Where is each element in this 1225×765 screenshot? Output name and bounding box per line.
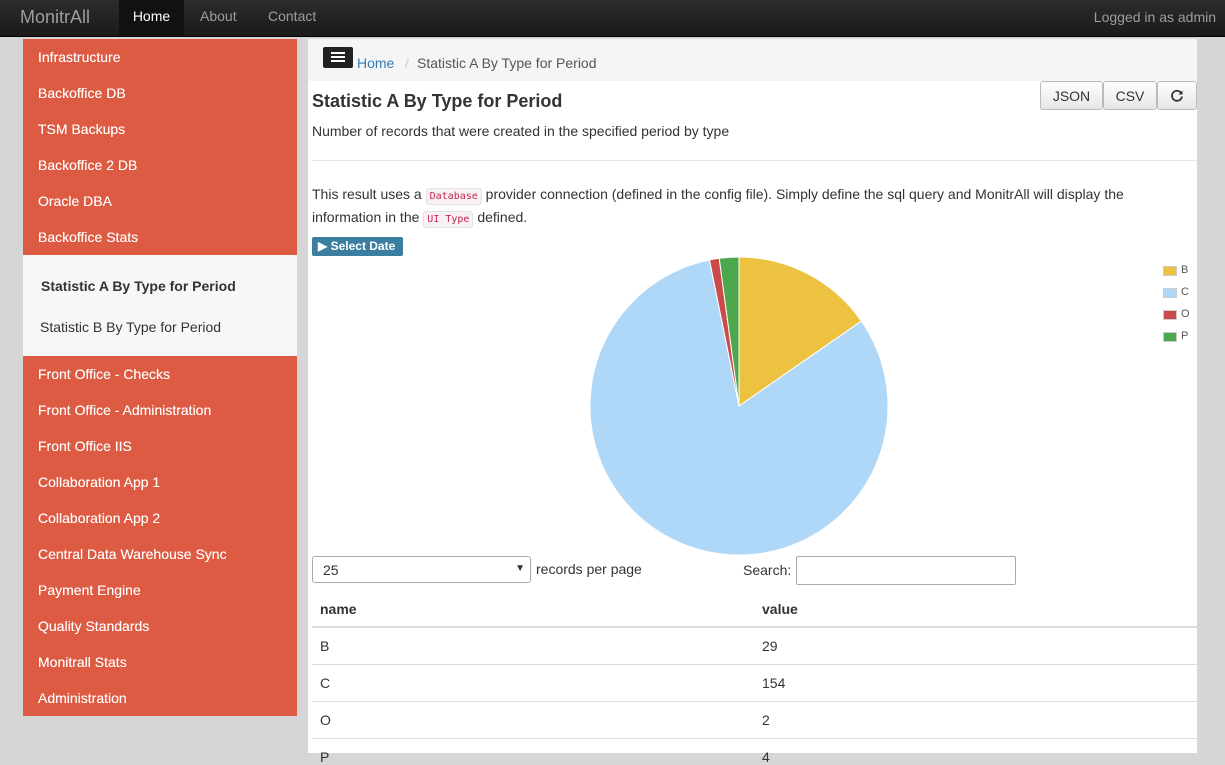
legend-swatch-p [1163,332,1177,342]
sidebar-item-quality-standards[interactable]: Quality Standards [23,608,297,644]
sidebar-submenu: Statistic A By Type for Period Statistic… [23,255,297,356]
search-label: Search: [743,562,792,578]
table-cell-value: 4 [762,749,770,765]
page-size-value: 25 [323,562,339,578]
table-cell-name: C [320,675,331,691]
sidebar-item-tsm-backups[interactable]: TSM Backups [23,111,297,147]
sidebar-item-front-office-checks[interactable]: Front Office - Checks [23,356,297,392]
column-header-name[interactable]: name [320,601,357,617]
sidebar-item-front-office-iis[interactable]: Front Office IIS [23,428,297,464]
nav-contact[interactable]: Contact [268,0,316,36]
main-content: Home / Statistic A By Type for Period JS… [308,39,1197,765]
table-cell-value: 154 [762,675,786,691]
legend-swatch-b [1163,266,1177,276]
table-row-border [312,738,1197,739]
dropdown-arrow-icon: ▼ [515,563,525,574]
sidebar-subitem-statistic-a[interactable]: Statistic A By Type for Period [41,278,236,294]
sidebar-item-front-office-administration[interactable]: Front Office - Administration [23,392,297,428]
sidebar: Infrastructure Backoffice DB TSM Backups… [23,39,297,716]
table-row-border [312,664,1197,665]
sidebar-item-monitrall-stats[interactable]: Monitrall Stats [23,644,297,680]
legend-label-p: P [1181,330,1189,342]
sidebar-item-oracle-dba[interactable]: Oracle DBA [23,183,297,219]
table-row-border [312,701,1197,702]
sidebar-item-central-data-warehouse-sync[interactable]: Central Data Warehouse Sync [23,536,297,572]
search-input[interactable] [796,556,1016,585]
table-cell-value: 29 [762,638,778,654]
pie-chart [589,256,889,556]
sidebar-item-collaboration-app-1[interactable]: Collaboration App 1 [23,464,297,500]
top-navbar: MonitrAll Home About Contact Logged in a… [0,0,1225,37]
nav-about[interactable]: About [200,0,237,36]
per-page-label: records per page [536,561,642,577]
brand-logo[interactable]: MonitrAll [20,7,90,28]
sidebar-item-administration[interactable]: Administration [23,680,297,716]
sidebar-item-backoffice-2-db[interactable]: Backoffice 2 DB [23,147,297,183]
page-size-select[interactable]: 25 ▼ [312,556,531,583]
sidebar-item-collaboration-app-2[interactable]: Collaboration App 2 [23,500,297,536]
sidebar-subitem-statistic-b[interactable]: Statistic B By Type for Period [40,319,221,335]
sidebar-item-infrastructure[interactable]: Infrastructure [23,39,297,75]
legend-swatch-c [1163,288,1177,298]
table-cell-name: O [320,712,331,728]
table-cell-name: P [320,749,330,765]
legend-label-b: B [1181,264,1189,276]
legend-label-c: C [1181,286,1189,298]
sidebar-item-payment-engine[interactable]: Payment Engine [23,572,297,608]
sidebar-item-backoffice-stats[interactable]: Backoffice Stats [23,219,297,255]
column-header-value[interactable]: value [762,601,798,617]
table-cell-value: 2 [762,712,770,728]
legend-swatch-o [1163,310,1177,320]
logged-in-user: Logged in as admin [1093,9,1216,25]
table-cell-name: B [320,638,330,654]
nav-home[interactable]: Home [119,0,184,36]
sidebar-item-backoffice-db[interactable]: Backoffice DB [23,75,297,111]
legend-label-o: O [1181,308,1190,320]
table-header-border [312,626,1197,628]
